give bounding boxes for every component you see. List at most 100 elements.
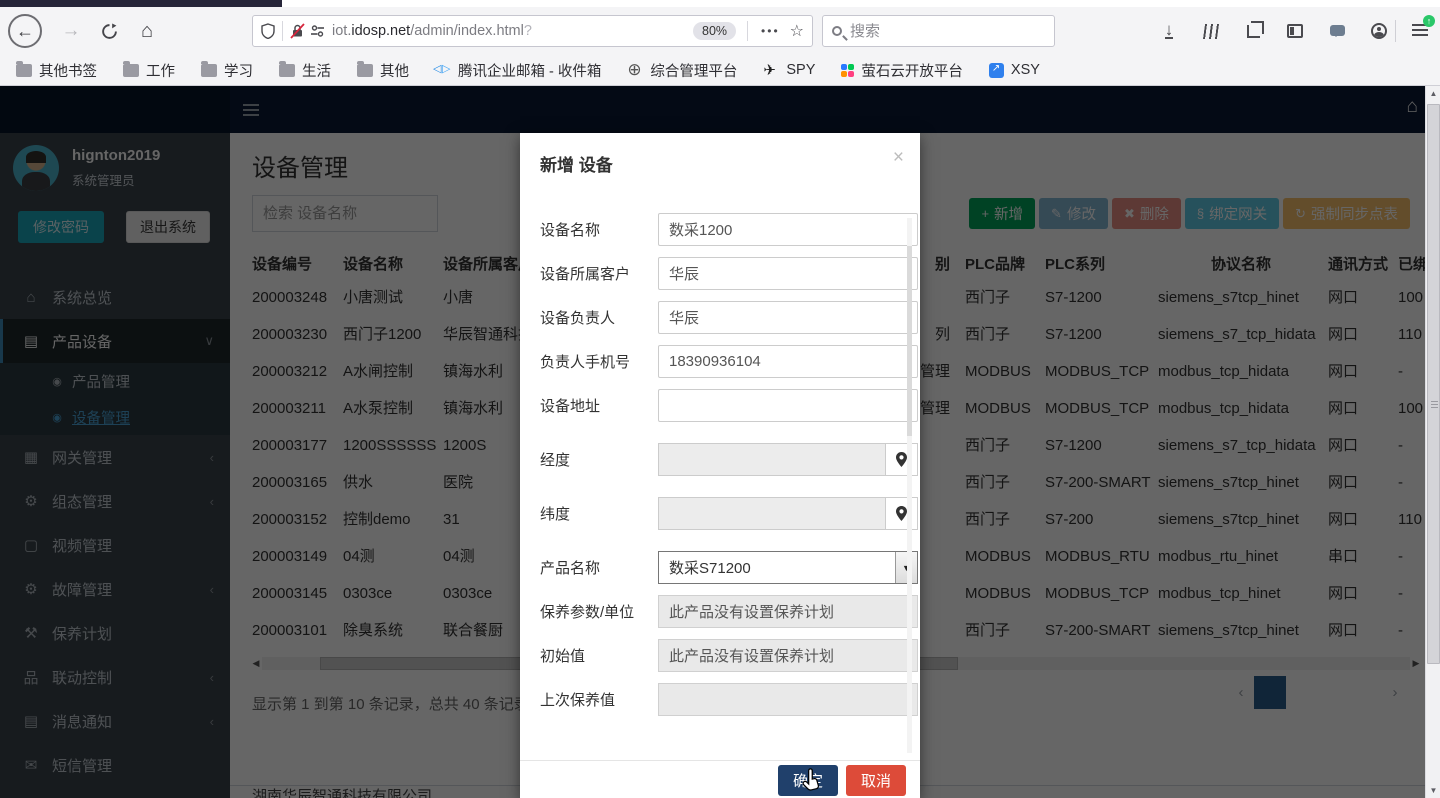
browser-vertical-scrollbar[interactable]: ▲ ▼ <box>1425 86 1440 798</box>
bookmark-label: 其他书签 <box>39 60 97 81</box>
forward-button[interactable]: → <box>56 7 86 55</box>
bookmark-label: 其他 <box>380 60 409 81</box>
home-button[interactable]: ⌂ <box>132 7 162 55</box>
cancel-button[interactable]: 取消 <box>846 765 906 796</box>
bookmark-label: 学习 <box>224 60 253 81</box>
url-text[interactable]: iot.idosp.net/admin/index.html? <box>332 23 693 39</box>
forward-icon: → <box>62 20 81 42</box>
page-actions-button[interactable]: ••• <box>761 24 780 38</box>
spy-icon <box>763 64 779 77</box>
bookmark-label: SPY <box>786 62 815 78</box>
window-title-strip <box>0 0 282 7</box>
modal-header: 新增 设备 × <box>520 133 920 189</box>
form-field-row: 设备所属客户 华辰 <box>540 257 900 290</box>
library-icon[interactable] <box>1202 22 1220 40</box>
map-marker-button[interactable] <box>885 443 918 476</box>
folder-icon <box>357 64 373 77</box>
field-label: 设备所属客户 <box>540 263 658 284</box>
permissions-icon[interactable] <box>310 24 325 38</box>
search-icon <box>832 26 842 36</box>
bookmark-label: XSY <box>1011 62 1040 78</box>
field-label: 负责人手机号 <box>540 351 658 372</box>
back-button[interactable]: ← <box>6 7 44 55</box>
bookmark-star-icon[interactable]: ☆ <box>790 21 804 41</box>
divider <box>747 21 748 41</box>
field-label: 纬度 <box>540 503 658 524</box>
shield-icon[interactable] <box>261 23 275 39</box>
text-input[interactable]: 18390936104 <box>658 345 918 378</box>
lock-slash-icon[interactable] <box>290 23 305 39</box>
modal-title: 新增 设备 <box>540 156 613 175</box>
bookmark-item[interactable]: 工作 <box>123 60 175 81</box>
product-select[interactable]: 数采S71200 ▼ <box>658 551 918 584</box>
modal-footer: 确定 取消 <box>520 760 920 798</box>
text-input[interactable] <box>658 389 918 422</box>
folder-icon <box>201 64 217 77</box>
form-field-row: 产品名称 数采S71200 <box>540 551 900 584</box>
zoom-badge[interactable]: 80% <box>693 22 736 40</box>
field-label: 设备负责人 <box>540 307 658 328</box>
coordinate-input <box>658 443 885 476</box>
form-field-row: 经度 <box>540 443 900 476</box>
bookmark-item[interactable]: XSY <box>989 62 1040 78</box>
field-label: 设备地址 <box>540 395 658 416</box>
divider <box>282 21 283 41</box>
screenshot-icon[interactable] <box>1244 22 1262 40</box>
map-marker-button[interactable] <box>885 497 918 530</box>
bookmark-item[interactable]: 腾讯企业邮箱 - 收件箱 <box>435 60 601 81</box>
text-input[interactable]: 数采1200 <box>658 213 918 246</box>
field-label: 产品名称 <box>540 557 658 578</box>
menu-icon[interactable]: ↑ <box>1412 21 1430 41</box>
browser-search-input[interactable] <box>850 23 1030 40</box>
scroll-up-icon[interactable]: ▲ <box>1426 89 1440 98</box>
url-bar[interactable]: iot.idosp.net/admin/index.html? 80% ••• … <box>252 15 813 47</box>
disabled-input: 此产品没有设置保养计划 <box>658 639 918 672</box>
scrollbar-thumb[interactable] <box>1427 104 1440 664</box>
toolbar-icons: ↓ <box>1160 7 1388 55</box>
modal-scrollbar[interactable] <box>907 218 912 753</box>
text-input[interactable]: 华辰 <box>658 257 918 290</box>
account-icon[interactable] <box>1370 22 1388 40</box>
chevron-down-icon[interactable]: ▼ <box>895 552 917 583</box>
form-field-row: 设备负责人 华辰 <box>540 301 900 334</box>
messages-icon[interactable] <box>1328 22 1346 40</box>
text-input[interactable]: 华辰 <box>658 301 918 334</box>
bookmarks-bar: 其他书签 工作 学习 生活 其他 腾讯企业邮箱 - 收件箱 综合管理平台 <box>0 55 1440 86</box>
form-field-row: 纬度 <box>540 497 900 530</box>
update-badge-icon: ↑ <box>1423 15 1435 27</box>
field-label: 上次保养值 <box>540 689 658 710</box>
sidebar-panel-icon[interactable] <box>1286 22 1304 40</box>
tencent-mail-icon <box>435 64 451 77</box>
form-field-row: 上次保养值 <box>540 683 900 716</box>
folder-icon <box>279 64 295 77</box>
form-field-row: 设备名称 数采1200 <box>540 213 900 246</box>
bookmark-item[interactable]: 综合管理平台 <box>627 60 737 81</box>
reload-icon <box>101 23 118 40</box>
map-marker-icon <box>896 452 907 467</box>
bookmark-label: 生活 <box>302 60 331 81</box>
bookmark-label: 腾讯企业邮箱 - 收件箱 <box>458 60 601 81</box>
home-icon: ⌂ <box>141 20 153 43</box>
field-label: 初始值 <box>540 645 658 666</box>
reload-button[interactable] <box>94 7 124 55</box>
field-label: 经度 <box>540 449 658 470</box>
disabled-input <box>658 683 918 716</box>
back-icon: ← <box>8 14 42 48</box>
browser-toolbar: ← → ⌂ iot.idosp.net/ad <box>0 7 1440 55</box>
bookmark-item[interactable]: 其他 <box>357 60 409 81</box>
web-page: ⌂ hignton2019 系统管理员 修改密码 退出系统 ⌂ 系统总览 ▤ 产… <box>0 86 1440 798</box>
browser-search-box[interactable] <box>822 15 1055 47</box>
scroll-down-icon[interactable]: ▼ <box>1426 786 1440 795</box>
bookmark-item[interactable]: 学习 <box>201 60 253 81</box>
add-device-modal: 新增 设备 × 设备名称 数采1200 <box>520 133 920 798</box>
bookmark-item[interactable]: 其他书签 <box>16 60 97 81</box>
bookmark-item[interactable]: 萤石云开放平台 <box>841 60 963 81</box>
bookmark-item[interactable]: SPY <box>763 62 815 78</box>
mouse-cursor-hand <box>800 768 822 794</box>
folder-icon <box>16 64 32 77</box>
bookmark-item[interactable]: 生活 <box>279 60 331 81</box>
divider <box>1395 20 1396 42</box>
form-field-row: 负责人手机号 18390936104 <box>540 345 900 378</box>
close-icon[interactable]: × <box>893 147 904 169</box>
download-icon[interactable]: ↓ <box>1160 22 1178 40</box>
